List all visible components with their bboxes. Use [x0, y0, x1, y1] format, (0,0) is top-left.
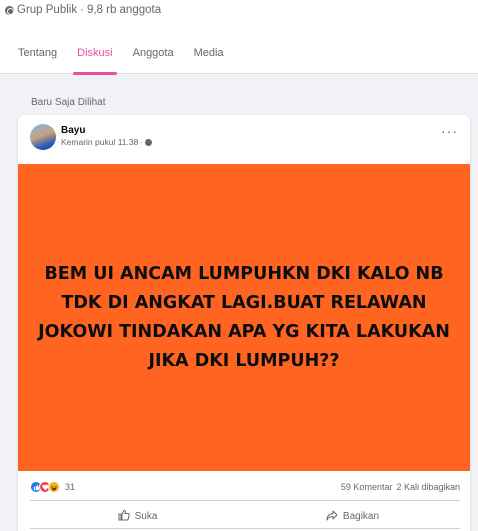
post-timestamp[interactable]: Kemarin pukul 11.38 — [61, 137, 138, 147]
post-card: Bayu Kemarin pukul 11.38 · ··· BEM UI AN… — [18, 115, 470, 531]
post-actions: Suka Bagikan — [30, 504, 460, 528]
tab-tentang[interactable]: Tentang — [8, 44, 67, 74]
more-options-icon[interactable]: ··· — [441, 124, 458, 138]
section-title: Baru Saja Dilihat — [31, 97, 106, 108]
share-label: Bagikan — [342, 510, 380, 522]
globe-icon — [145, 138, 153, 146]
thumbs-up-icon — [118, 509, 130, 524]
divider — [30, 500, 460, 501]
avatar[interactable] — [30, 124, 56, 150]
reactions[interactable]: 31 — [30, 481, 75, 493]
globe-icon — [5, 5, 14, 15]
like-button[interactable]: Suka — [30, 504, 245, 528]
group-members: 9,8 rb anggota — [86, 4, 162, 16]
reaction-count: 31 — [65, 482, 76, 492]
share-count[interactable]: 2 Kali dibagikan — [396, 482, 460, 492]
divider — [30, 528, 460, 529]
post-timestamp-row: Kemarin pukul 11.38 · — [61, 137, 153, 147]
haha-icon — [48, 481, 60, 493]
group-privacy: Grup Publik — [17, 4, 78, 16]
timestamp-separator: · — [140, 137, 144, 147]
post-author[interactable]: Bayu — [61, 125, 85, 136]
group-header: Grup Publik · 9,8 rb anggota Tentang Dis… — [0, 0, 478, 75]
share-button[interactable]: Bagikan — [245, 504, 460, 528]
like-label: Suka — [134, 510, 158, 522]
share-icon — [326, 509, 338, 524]
tab-diskusi[interactable]: Diskusi — [67, 44, 122, 75]
post-stats: 31 59 Komentar 2 Kali dibagikan — [30, 479, 460, 497]
stats-right: 59 Komentar 2 Kali dibagikan — [341, 482, 460, 492]
post-text: BEM UI ANCAM LUMPUHKN DKI KALO NB TDK DI… — [38, 263, 450, 371]
post-image[interactable]: BEM UI ANCAM LUMPUHKN DKI KALO NB TDK DI… — [18, 164, 470, 471]
group-meta: Grup Publik · 9,8 rb anggota — [5, 4, 161, 16]
tab-media[interactable]: Media — [184, 44, 234, 74]
comment-count[interactable]: 59 Komentar — [341, 482, 393, 492]
meta-separator: · — [80, 4, 84, 16]
group-tabs: Tentang Diskusi Anggota Media — [18, 44, 234, 75]
tab-anggota[interactable]: Anggota — [123, 44, 184, 74]
